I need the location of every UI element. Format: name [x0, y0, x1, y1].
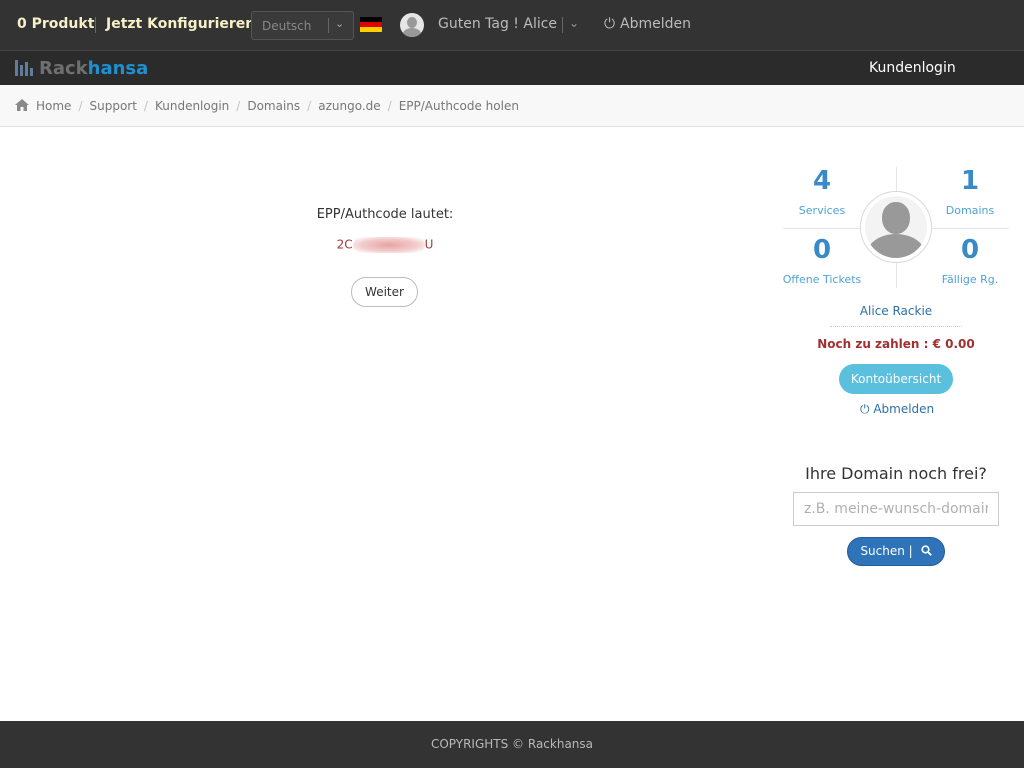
tickets-label[interactable]: Offene Tickets — [772, 273, 872, 286]
domains-count[interactable]: 1 — [930, 166, 1010, 196]
domain-search-input[interactable] — [793, 492, 999, 526]
chevron-down-icon: ⌄ — [335, 17, 345, 30]
divider — [830, 326, 962, 327]
services-count[interactable]: 4 — [782, 166, 862, 196]
invoices-label[interactable]: Fällige Rg. — [920, 273, 1020, 286]
breadcrumb: Home / Support / Kundenlogin / Domains / azungo.… — [0, 85, 1024, 127]
logout-link[interactable]: ⏻ Abmelden — [604, 16, 691, 32]
user-name[interactable]: Alice Rackie — [828, 304, 964, 318]
top-bar: 0 Produkt Jetzt Konfigurieren Deutsch ⌄ … — [0, 0, 1024, 50]
search-button-label: Suchen | — [860, 544, 913, 558]
chevron-down-icon[interactable]: ⌄ — [569, 16, 579, 30]
footer: COPYRIGHTS © Rackhansa — [0, 721, 1024, 768]
logout-label: Abmelden — [620, 16, 691, 32]
search-icon — [920, 545, 932, 556]
language-value: Deutsch — [262, 19, 312, 33]
divider — [95, 17, 96, 33]
domains-label[interactable]: Domains — [920, 204, 1020, 217]
divider — [328, 18, 329, 33]
epp-code: 2C U — [336, 237, 434, 253]
power-icon: ⏻ — [604, 16, 616, 32]
copyright: COPYRIGHTS © Rackhansa — [430, 737, 594, 751]
divider — [783, 228, 861, 229]
main-navbar: Rackhansa Kundenlogin — [0, 50, 1024, 85]
breadcrumb-domain[interactable]: azungo.de — [318, 99, 380, 113]
home-icon — [15, 99, 29, 111]
logo-text: Rackhansa — [39, 58, 149, 79]
sidebar-logout-link[interactable]: ⏻ Abmelden — [860, 402, 934, 417]
german-flag-icon — [360, 17, 382, 32]
breadcrumb-support[interactable]: Support — [89, 99, 136, 113]
tickets-count[interactable]: 0 — [782, 235, 862, 265]
language-select[interactable]: Deutsch ⌄ — [251, 11, 354, 40]
logo-bars-icon — [15, 60, 33, 76]
breadcrumb-current: EPP/Authcode holen — [398, 99, 519, 113]
balance-due: Noch zu zahlen : € 0.00 — [817, 337, 975, 351]
invoices-count[interactable]: 0 — [930, 235, 1010, 265]
continue-button[interactable]: Weiter — [351, 277, 418, 307]
domain-search-title: Ihre Domain noch frei? — [805, 464, 987, 483]
breadcrumb-domains[interactable]: Domains — [247, 99, 300, 113]
account-overview-button[interactable]: Kontoübersicht — [839, 364, 953, 394]
power-icon: ⏻ — [860, 402, 870, 416]
divider — [932, 228, 1009, 229]
avatar[interactable] — [400, 13, 424, 37]
breadcrumb-kundenlogin[interactable]: Kundenlogin — [155, 99, 229, 113]
user-avatar — [860, 191, 932, 263]
divider — [562, 17, 563, 33]
nav-kundenlogin[interactable]: Kundenlogin — [869, 60, 956, 76]
logout-label: Abmelden — [873, 402, 935, 416]
epp-label: EPP/Authcode lautet: — [316, 207, 454, 222]
breadcrumb-home[interactable]: Home — [36, 99, 71, 113]
services-label[interactable]: Services — [772, 204, 872, 217]
user-greeting[interactable]: Guten Tag ! Alice — [438, 16, 557, 32]
redacted-blur — [352, 237, 425, 253]
domain-search-button[interactable]: Suchen | — [847, 537, 945, 566]
cart-link[interactable]: 0 Produkt — [17, 16, 94, 32]
configure-link[interactable]: Jetzt Konfigurieren — [106, 16, 255, 32]
breadcrumb-items: Home / Support / Kundenlogin / Domains / azungo.… — [36, 99, 519, 113]
